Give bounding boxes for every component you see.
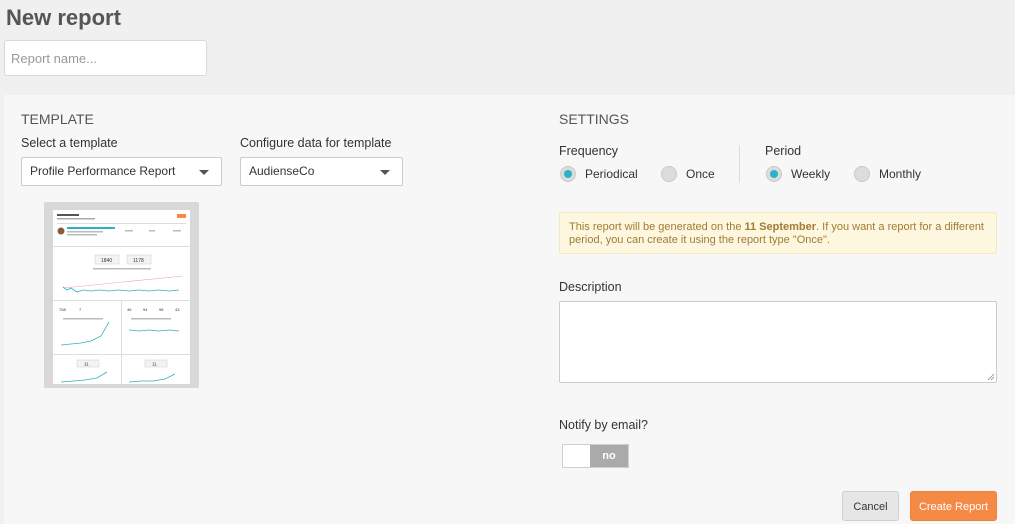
schedule-notice-text-pre: This report will be generated on the	[569, 221, 745, 233]
schedule-notice-date: 11 September	[744, 221, 817, 233]
period-label: Period	[765, 144, 802, 158]
chevron-down-icon	[380, 170, 390, 175]
resize-handle-icon[interactable]	[987, 373, 995, 381]
template-preview-thumbnail[interactable]: 1840 1178 708 7 46 94 98 43 11 11	[44, 202, 199, 388]
description-label: Description	[559, 280, 622, 294]
template-select-value: Profile Performance Report	[30, 164, 176, 178]
svg-text:1178: 1178	[133, 258, 144, 264]
svg-text:94: 94	[143, 307, 148, 312]
svg-text:11: 11	[152, 362, 157, 367]
frequency-once-label: Once	[686, 167, 715, 181]
report-name-input[interactable]	[4, 40, 207, 76]
notify-email-label: Notify by email?	[559, 418, 648, 432]
frequency-once-radio[interactable]: Once	[661, 166, 715, 182]
radio-unselected-icon	[661, 166, 677, 182]
period-monthly-radio[interactable]: Monthly	[854, 166, 921, 182]
template-select[interactable]: Profile Performance Report	[21, 157, 222, 186]
frequency-periodical-radio[interactable]: Periodical	[560, 166, 638, 182]
toggle-knob	[563, 445, 590, 467]
svg-text:1840: 1840	[101, 258, 112, 264]
frequency-label: Frequency	[559, 144, 619, 158]
template-preview-page: 1840 1178 708 7 46 94 98 43 11 11	[53, 210, 190, 384]
svg-text:46: 46	[127, 307, 132, 312]
settings-divider	[739, 145, 740, 183]
create-report-button[interactable]: Create Report	[910, 491, 997, 521]
svg-text:708: 708	[59, 307, 66, 312]
cancel-button[interactable]: Cancel	[842, 491, 899, 521]
period-weekly-radio[interactable]: Weekly	[766, 166, 830, 182]
svg-text:11: 11	[84, 362, 89, 367]
configure-data-select[interactable]: AudienseCo	[240, 157, 403, 186]
settings-heading: SETTINGS	[559, 111, 630, 127]
period-monthly-label: Monthly	[879, 167, 922, 181]
template-preview-graphic: 1840 1178 708 7 46 94 98 43 11 11	[53, 214, 190, 384]
configure-data-label: Configure data for template	[240, 136, 392, 150]
radio-unselected-icon	[854, 166, 870, 182]
period-weekly-label: Weekly	[791, 167, 831, 181]
toggle-state-label: no	[590, 445, 628, 467]
frequency-periodical-label: Periodical	[585, 167, 638, 181]
schedule-notice: This report will be generated on the 11 …	[559, 212, 997, 254]
chevron-down-icon	[199, 170, 209, 175]
svg-text:7: 7	[79, 307, 82, 312]
configure-data-select-value: AudienseCo	[249, 164, 315, 178]
page-title: New report	[6, 5, 121, 30]
svg-text:43: 43	[175, 307, 180, 312]
radio-selected-icon	[766, 166, 782, 182]
select-template-label: Select a template	[21, 136, 118, 150]
svg-text:98: 98	[159, 307, 164, 312]
description-textarea[interactable]	[559, 301, 997, 383]
radio-selected-icon	[560, 166, 576, 182]
template-heading: TEMPLATE	[21, 111, 94, 127]
notify-email-toggle[interactable]: no	[562, 444, 629, 468]
